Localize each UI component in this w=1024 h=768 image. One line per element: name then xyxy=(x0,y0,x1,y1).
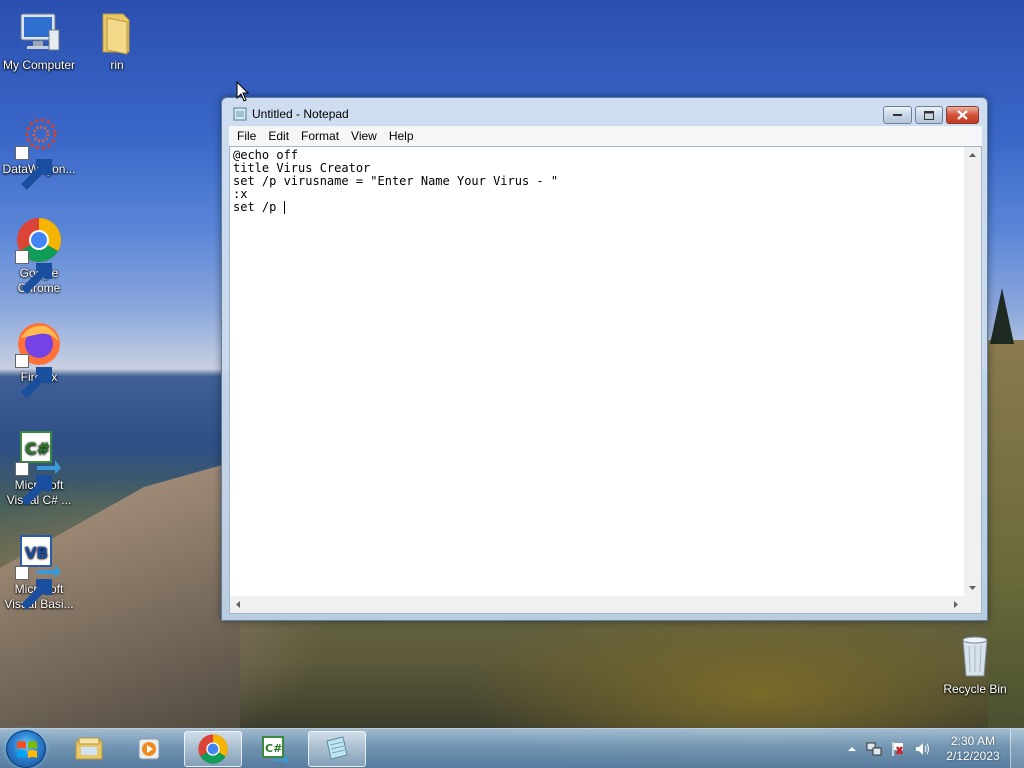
chevron-right-icon xyxy=(954,601,958,608)
notepad-icon xyxy=(233,107,247,121)
scroll-down-button[interactable] xyxy=(964,579,981,596)
datawagon-icon xyxy=(15,112,63,190)
desktop-icon-label: My Computer xyxy=(2,58,76,72)
shortcut-arrow-icon xyxy=(15,462,52,506)
desktop-icon-label: rin xyxy=(110,58,124,72)
size-grip[interactable] xyxy=(964,596,981,613)
horizontal-scrollbar[interactable] xyxy=(230,596,964,613)
shortcut-arrow-icon xyxy=(15,566,52,610)
close-button[interactable] xyxy=(946,106,979,124)
menu-file[interactable]: File xyxy=(231,126,262,146)
chevron-up-icon xyxy=(848,747,856,751)
desktop-icon-label: Recycle Bin xyxy=(943,682,1007,696)
scroll-left-button[interactable] xyxy=(230,596,247,613)
visual-basic-icon: VB xyxy=(15,532,63,610)
notepad-window[interactable]: Untitled - Notepad File Edit Format View… xyxy=(221,97,988,621)
chevron-left-icon xyxy=(236,601,240,608)
visual-csharp-icon: C# xyxy=(15,428,63,506)
system-clock[interactable]: 2:30 AM 2/12/2023 xyxy=(940,734,1006,764)
taskbar-explorer-button[interactable] xyxy=(60,731,118,767)
taskbar-notepad-button[interactable] xyxy=(308,731,366,767)
menu-help[interactable]: Help xyxy=(383,126,420,146)
visual-csharp-icon: C# xyxy=(262,736,289,764)
desktop-icon-google-chrome[interactable]: Google Chrome xyxy=(0,216,78,296)
volume-icon[interactable] xyxy=(914,741,930,757)
chrome-icon xyxy=(198,734,228,764)
text-editor-content[interactable]: @echo off title Virus Creator set /p vir… xyxy=(232,147,963,595)
firefox-icon xyxy=(15,320,63,398)
minimize-icon xyxy=(892,114,902,116)
action-center-flag-icon[interactable] xyxy=(890,741,906,757)
taskbar: C# 2:30 AM 2/12/2023 xyxy=(0,728,1024,768)
svg-text:C#: C# xyxy=(25,439,50,458)
maximize-button[interactable] xyxy=(915,106,943,124)
wallpaper-tree xyxy=(990,288,1014,344)
desktop-icon-my-computer[interactable]: My Computer xyxy=(0,8,78,73)
svg-text:C#: C# xyxy=(265,742,282,755)
desktop-icon-recycle-bin[interactable]: Recycle Bin xyxy=(936,632,1014,697)
menu-view[interactable]: View xyxy=(345,126,383,146)
desktop-icon-rin[interactable]: rin xyxy=(78,8,156,73)
recycle-bin-icon xyxy=(951,632,999,680)
text-editor[interactable]: @echo off title Virus Creator set /p vir… xyxy=(229,146,982,614)
window-title: Untitled - Notepad xyxy=(252,107,349,121)
close-icon xyxy=(957,110,968,120)
show-hidden-icons-button[interactable] xyxy=(844,741,860,757)
media-player-icon xyxy=(138,738,160,760)
desktop-icon-visual-basic[interactable]: VB Microsoft Visual Basi... xyxy=(0,532,78,612)
shortcut-arrow-icon xyxy=(15,146,52,190)
start-button[interactable] xyxy=(6,730,46,768)
mouse-cursor-icon xyxy=(236,81,250,102)
taskbar-chrome-button[interactable] xyxy=(184,731,242,767)
maximize-icon xyxy=(924,110,934,120)
clock-date: 2/12/2023 xyxy=(946,749,1000,763)
chevron-down-icon xyxy=(969,586,976,590)
scroll-right-button[interactable] xyxy=(947,596,964,613)
menu-edit[interactable]: Edit xyxy=(262,126,295,146)
minimize-button[interactable] xyxy=(883,106,912,124)
scroll-up-button[interactable] xyxy=(964,147,981,164)
desktop-icon-firefox[interactable]: Firefox xyxy=(0,320,78,398)
taskbar-media-player-button[interactable] xyxy=(121,731,179,767)
vertical-scrollbar[interactable] xyxy=(964,147,981,596)
text-caret xyxy=(283,201,285,214)
folder-icon xyxy=(93,8,141,56)
menu-bar: File Edit Format View Help xyxy=(229,126,982,146)
svg-text:VB: VB xyxy=(25,544,48,562)
desktop-icon-datawagon[interactable]: DataWagon... xyxy=(0,112,78,190)
folder-library-icon xyxy=(75,737,103,760)
network-icon[interactable] xyxy=(866,741,882,757)
notepad-icon xyxy=(326,736,348,760)
system-tray: 2:30 AM 2/12/2023 xyxy=(840,729,1024,768)
title-bar[interactable]: Untitled - Notepad xyxy=(222,98,987,126)
shortcut-arrow-icon xyxy=(15,354,52,398)
computer-icon xyxy=(15,8,63,56)
desktop-icon-visual-csharp[interactable]: C# Microsoft Visual C# ... xyxy=(0,428,78,508)
show-desktop-button[interactable] xyxy=(1010,729,1024,768)
clock-time: 2:30 AM xyxy=(950,734,996,748)
windows-logo-icon xyxy=(17,741,37,758)
editor-text: @echo off title Virus Creator set /p vir… xyxy=(233,148,559,214)
chrome-icon xyxy=(15,216,63,294)
taskbar-visual-csharp-button[interactable]: C# xyxy=(246,731,304,767)
chevron-up-icon xyxy=(969,153,976,157)
menu-format[interactable]: Format xyxy=(295,126,345,146)
shortcut-arrow-icon xyxy=(15,250,52,294)
